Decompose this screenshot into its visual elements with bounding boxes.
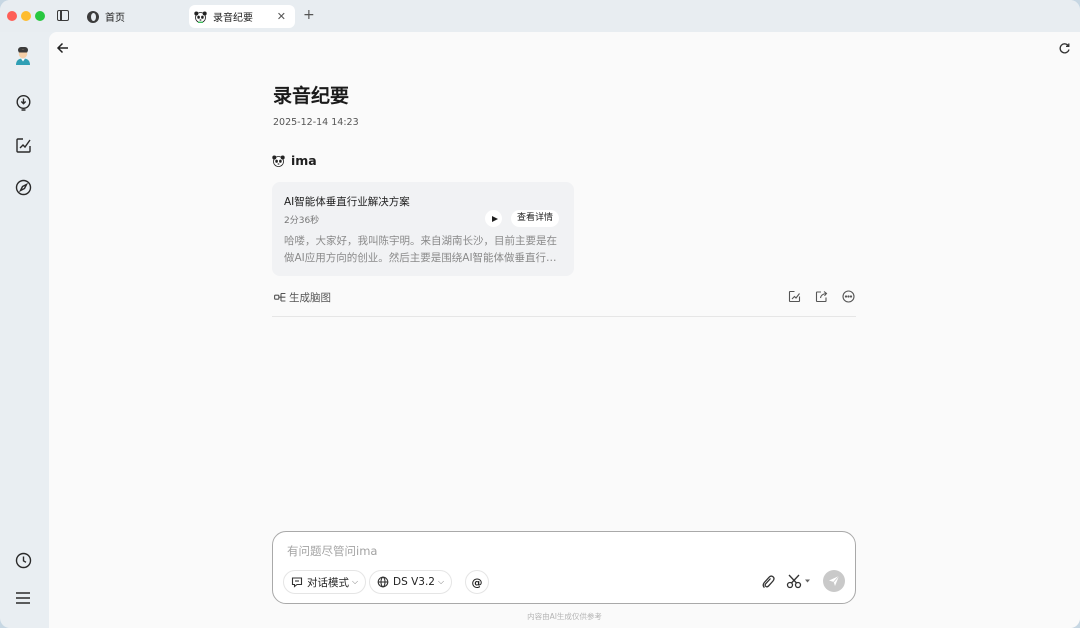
tab-close-icon[interactable]: ✕ [277,10,286,23]
refresh-icon[interactable] [1058,40,1072,54]
recording-title: AI智能体垂直行业解决方案 [284,196,410,208]
more-icon[interactable] [842,290,855,303]
title-bar: 首页 录音纪要 ✕ + [0,0,1080,32]
sidebar-toggle-icon[interactable] [57,10,69,21]
mention-button[interactable]: @ [465,570,489,594]
minimize-window-button[interactable] [21,11,31,21]
model-selector[interactable]: DS V3.2 ⌵ [369,570,453,594]
excerpt-line: 做AI应用方向的创业。然后主要是围绕AI智能体做垂直行… [284,251,557,264]
app-window: 首页 录音纪要 ✕ + 录音纪要 2025-12-14 14:23 ima AI… [0,0,1080,628]
menu-icon[interactable] [13,588,33,608]
paperclip-icon[interactable] [760,574,776,590]
ai-disclaimer: 内容由AI生成仅供参考 [527,612,602,621]
chat-bubble-icon [291,577,303,588]
send-icon [829,575,840,586]
excerpt-line: 哈喽，大家好，我叫陈宇明。来自湖南长沙，目前主要是在 [284,235,557,247]
globe-icon [377,576,389,588]
tab-home[interactable]: 首页 [82,5,182,28]
scissors-icon[interactable] [786,573,812,589]
chevron-down-icon: ⌵ [352,577,359,586]
send-button[interactable] [823,570,845,592]
author-row: ima [272,153,317,168]
compass-icon[interactable] [13,177,33,197]
play-icon [491,215,498,222]
edit-icon[interactable] [788,290,801,303]
ima-logo-icon [86,10,99,23]
avatar[interactable] [14,46,32,66]
mode-label: 对话模式 [307,576,349,589]
edit-chart-icon[interactable] [13,135,33,155]
panda-icon [272,155,286,167]
generate-mindmap-label: 生成脑图 [289,292,331,304]
section-divider [272,316,856,317]
mode-selector[interactable]: 对话模式 ⌵ [283,570,367,594]
generate-mindmap-button[interactable]: 生成脑图 [274,290,331,305]
back-arrow-icon[interactable] [56,40,72,56]
model-label: DS V3.2 [393,576,435,588]
recording-card[interactable]: AI智能体垂直行业解决方案 2分36秒 查看详情 哈喽，大家好，我叫陈宇明。来自… [272,182,574,276]
tab-home-label: 首页 [105,13,125,24]
play-button[interactable] [485,210,502,227]
page-title: 录音纪要 [273,85,350,107]
panda-icon [194,10,207,23]
history-icon[interactable] [13,550,33,570]
view-details-button[interactable]: 查看详情 [511,210,560,227]
share-icon[interactable] [815,290,828,303]
chevron-down-icon: ⌵ [437,577,445,586]
close-window-button[interactable] [7,11,17,21]
new-tab-button[interactable]: + [303,7,315,23]
mindmap-icon [274,292,286,302]
main-panel: 录音纪要 2025-12-14 14:23 ima AI智能体垂直行业解决方案 … [49,32,1080,628]
lightbulb-icon[interactable] [13,92,33,112]
recording-duration: 2分36秒 [284,216,320,226]
tab-recording-summary-label: 录音纪要 [213,13,253,24]
page-date: 2025-12-14 14:23 [273,117,359,128]
maximize-window-button[interactable] [35,11,45,21]
chat-input[interactable] [287,542,827,560]
recording-excerpt: 哈喽，大家好，我叫陈宇明。来自湖南长沙，目前主要是在 做AI应用方向的创业。然后… [284,233,564,266]
left-rail [0,32,48,628]
chat-composer: 对话模式 ⌵ DS V3.2 ⌵ @ [272,531,856,604]
author-name: ima [291,153,317,168]
tab-recording-summary[interactable]: 录音纪要 ✕ [189,5,295,28]
